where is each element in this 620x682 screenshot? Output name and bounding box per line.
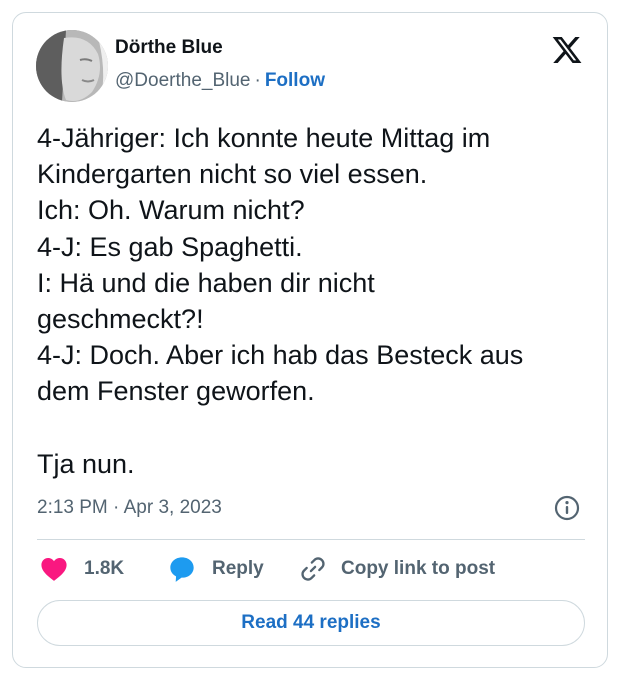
- like-button[interactable]: 1.8K: [40, 554, 124, 584]
- read-replies-button[interactable]: Read 44 replies: [37, 600, 585, 646]
- divider: [37, 539, 585, 540]
- heart-icon: [41, 558, 67, 581]
- avatar-photo-icon: [36, 30, 108, 102]
- reply-button[interactable]: Reply: [168, 554, 264, 584]
- copy-link-button[interactable]: Copy link to post: [299, 554, 495, 584]
- speech-bubble-icon: [170, 557, 194, 582]
- read-replies-label: Read 44 replies: [241, 612, 381, 633]
- avatar[interactable]: [36, 30, 108, 102]
- follow-button[interactable]: Follow: [265, 70, 325, 91]
- separator-dot: ·: [254, 70, 261, 91]
- embedded-post-card: Dörthe Blue @Doerthe_Blue · Follow 4-Jähri…: [12, 12, 608, 668]
- like-count: 1.8K: [84, 558, 125, 579]
- info-icon[interactable]: [554, 495, 580, 521]
- post-timestamp[interactable]: 2:13 PM · Apr 3, 2023: [37, 497, 222, 519]
- author-handle-row: @Doerthe_Blue · Follow: [115, 70, 325, 92]
- author-handle[interactable]: @Doerthe_Blue: [115, 70, 250, 91]
- author-name[interactable]: Dörthe Blue: [115, 37, 223, 59]
- post-text: 4-Jähriger: Ich konnte heute Mittag im K…: [37, 123, 524, 479]
- reply-label: Reply: [212, 558, 264, 579]
- copy-link-label: Copy link to post: [341, 558, 496, 579]
- x-logo-icon[interactable]: [551, 34, 583, 66]
- link-icon: [301, 557, 325, 581]
